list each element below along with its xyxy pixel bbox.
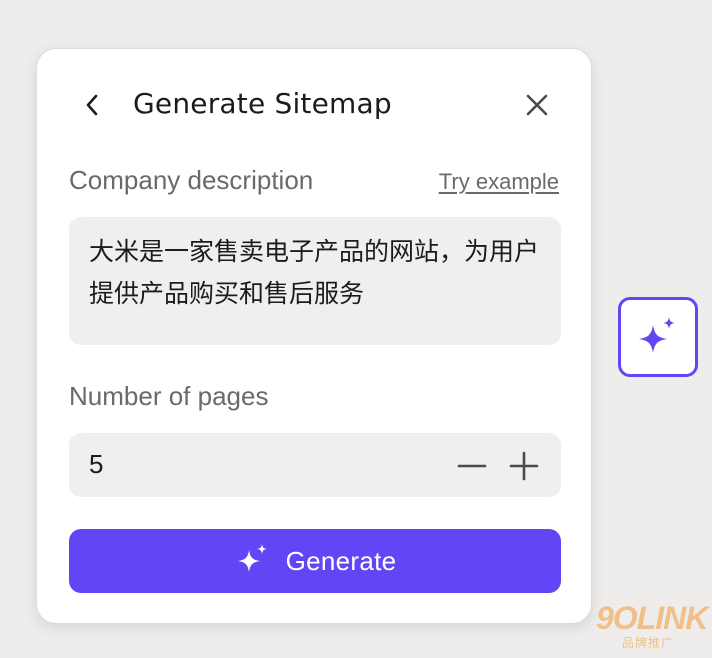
- close-icon: [526, 94, 548, 116]
- watermark-brand: 9OLINK: [596, 600, 708, 636]
- generate-button[interactable]: Generate: [69, 529, 561, 593]
- sparkle-icon: [237, 544, 267, 572]
- decrement-button[interactable]: [457, 451, 487, 481]
- increment-button[interactable]: [509, 451, 539, 481]
- plus-icon: [509, 451, 539, 481]
- try-example-link[interactable]: Try example: [439, 169, 559, 195]
- sparkle-icon: [639, 317, 675, 353]
- chevron-left-icon: [86, 94, 98, 116]
- back-button[interactable]: [79, 91, 107, 119]
- company-description-label: Company description: [69, 165, 314, 195]
- minus-icon: [457, 464, 487, 468]
- generate-sitemap-dialog: Generate Sitemap Company description Try…: [36, 48, 592, 624]
- generate-button-label: Generate: [285, 545, 397, 576]
- generate-button-content: Generate: [69, 529, 561, 593]
- number-of-pages-label: Number of pages: [69, 381, 269, 411]
- dialog-header: Generate Sitemap: [37, 77, 591, 133]
- watermark-logo: 9OLINK 品牌推广: [596, 600, 708, 650]
- page: Generate Sitemap Company description Try…: [0, 0, 712, 658]
- number-of-pages-stepper: 5: [69, 433, 561, 497]
- company-description-input[interactable]: 大米是一家售卖电子产品的网站，为用户提供产品购买和售后服务: [69, 217, 561, 345]
- watermark-tagline: 品牌推广: [622, 636, 675, 650]
- ai-assistant-button[interactable]: [618, 297, 698, 377]
- close-button[interactable]: [523, 91, 551, 119]
- number-of-pages-input[interactable]: 5: [89, 449, 103, 480]
- dialog-title: Generate Sitemap: [133, 87, 392, 120]
